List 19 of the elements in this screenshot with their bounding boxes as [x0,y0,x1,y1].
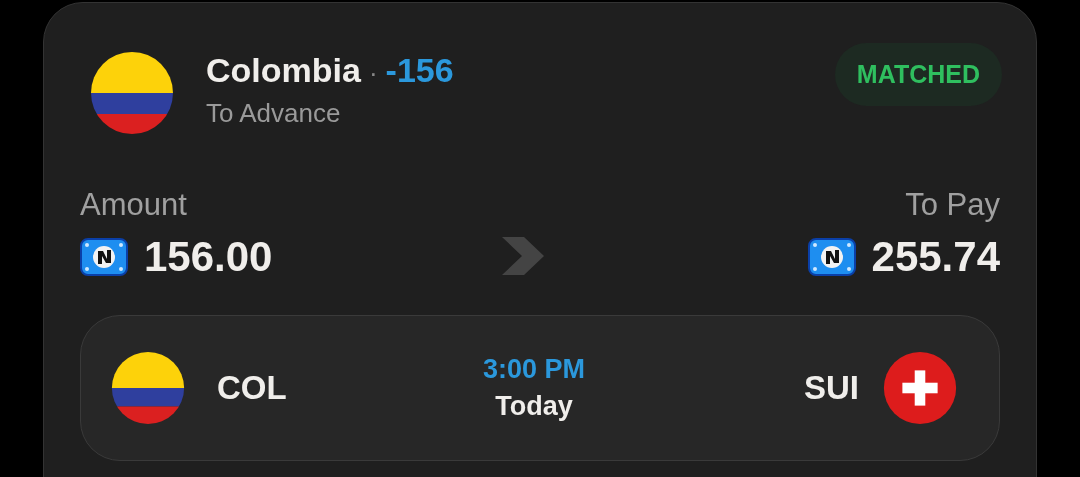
coin-icon [807,238,856,276]
amount-value: 156.00 [144,233,273,281]
to-pay-label: To Pay [905,187,1000,223]
flag-icon [90,51,174,135]
odds-line: -156 [385,51,454,90]
chevron-icon [502,237,545,275]
status-badge: MATCHED [834,43,1002,106]
bet-type: To Advance [206,98,342,129]
flag-icon [883,351,957,425]
amount-label: Amount [80,187,188,223]
match-day: Today [495,391,573,422]
match-time: 3:00 PM [482,354,585,385]
team-code: COL [217,369,287,407]
to-pay-value: 255.74 [871,233,1000,281]
separator-dot: · [368,58,378,89]
flag-icon [111,351,185,425]
coin-icon [80,238,128,276]
team-name: Colombia [206,51,361,90]
team-code: SUI [803,369,859,407]
